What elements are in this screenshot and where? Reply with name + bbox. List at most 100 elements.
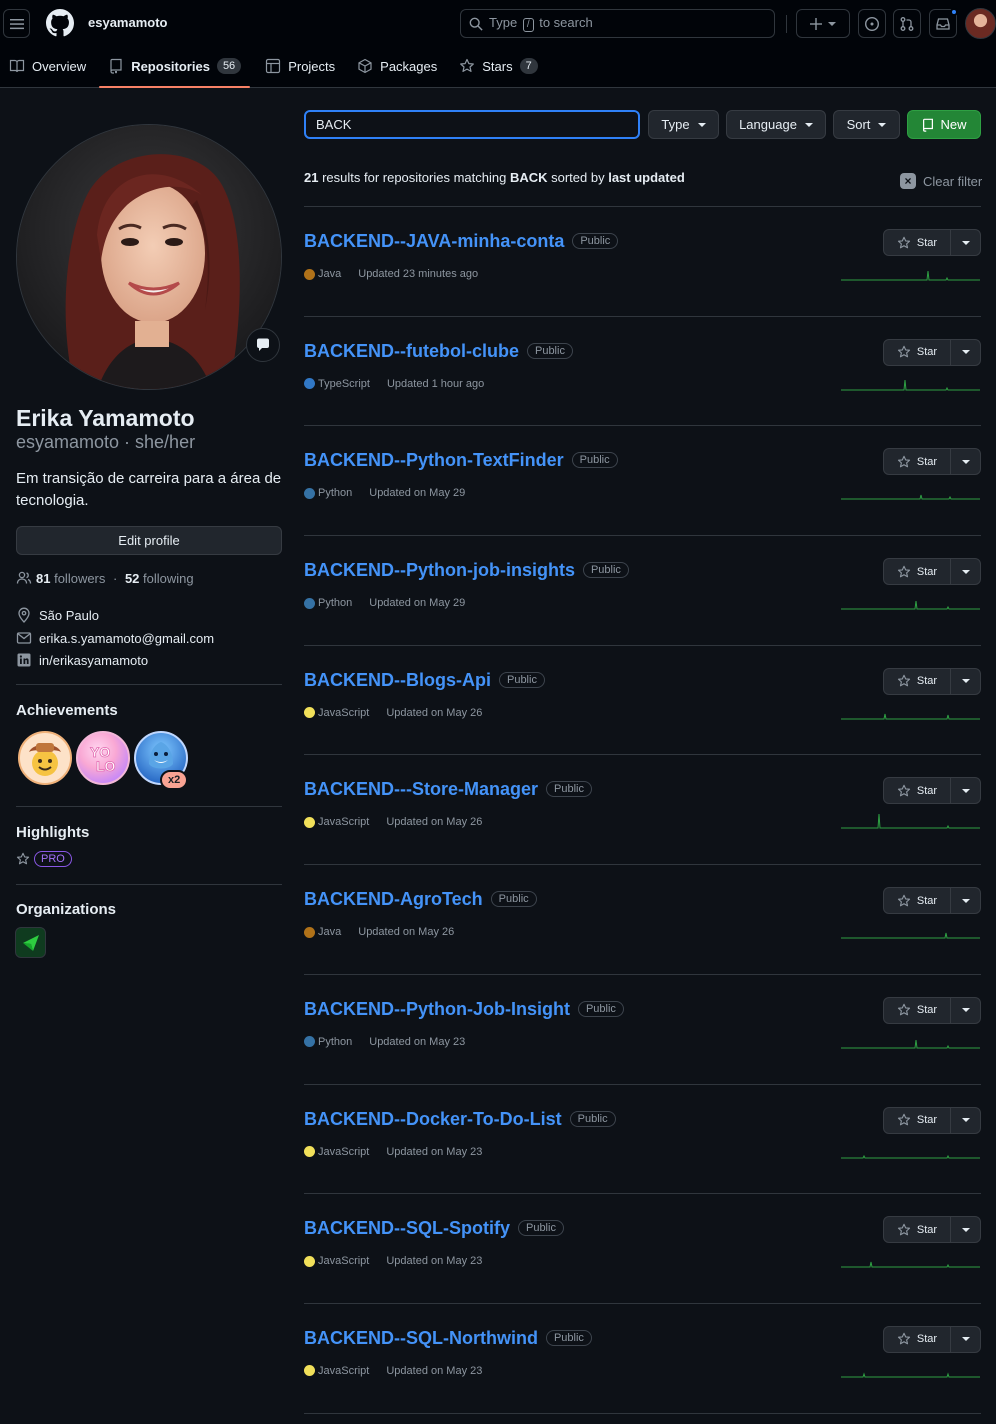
- repo-name-link[interactable]: BACKEND---Store-Manager: [304, 779, 538, 799]
- hamburger-icon: [9, 18, 24, 29]
- type-label: Type: [661, 117, 690, 132]
- star-button[interactable]: Star: [884, 339, 951, 365]
- repo-list-item: BACKEND--futebol-clube Public TypeScript Up…: [304, 317, 981, 427]
- global-header: esyamamoto Type / to search Overview Rep…: [0, 0, 996, 88]
- tab-projects[interactable]: Projects: [256, 50, 344, 82]
- global-search[interactable]: Type / to search: [460, 9, 775, 38]
- language-dropdown[interactable]: Language: [726, 110, 826, 139]
- issues-button[interactable]: [858, 9, 886, 38]
- create-new-button[interactable]: [796, 9, 850, 38]
- repo-title: BACKEND--Docker-To-Do-List Public: [304, 1109, 616, 1130]
- edit-profile-button[interactable]: Edit profile: [16, 526, 282, 555]
- tab-repositories[interactable]: Repositories 56: [99, 50, 251, 88]
- achievement-multiplier: x2: [160, 770, 189, 790]
- user-avatar[interactable]: [965, 8, 996, 39]
- repo-name-link[interactable]: BACKEND--Python-TextFinder: [304, 450, 564, 470]
- mail-icon: [16, 632, 32, 644]
- repo-name-link[interactable]: BACKEND-AgroTech: [304, 889, 483, 909]
- star-list-dropdown[interactable]: [951, 559, 980, 584]
- organization-avatar[interactable]: [15, 927, 46, 958]
- pull-requests-button[interactable]: [893, 9, 921, 38]
- activity-sparkline: [841, 933, 980, 939]
- repo-name-link[interactable]: BACKEND--Docker-To-Do-List: [304, 1109, 562, 1129]
- star-button[interactable]: Star: [884, 230, 951, 255]
- star-button[interactable]: Star: [884, 449, 951, 475]
- repo-name-link[interactable]: BACKEND--JAVA-minha-conta: [304, 231, 564, 251]
- star-button[interactable]: Star: [884, 1107, 951, 1133]
- email-item[interactable]: erika.s.yamamoto@gmail.com: [16, 630, 214, 646]
- star-list-dropdown[interactable]: [951, 449, 980, 474]
- star-list-dropdown[interactable]: [951, 340, 980, 365]
- repo-name-link[interactable]: BACKEND--Python-job-insights: [304, 560, 575, 580]
- repo-name-link[interactable]: BACKEND--futebol-clube: [304, 341, 519, 361]
- star-list-dropdown[interactable]: [951, 230, 980, 255]
- followers-link[interactable]: 81 followers: [36, 571, 105, 586]
- repo-filter-input[interactable]: [304, 110, 640, 139]
- context-username[interactable]: esyamamoto: [88, 15, 167, 30]
- repo-updated: Updated 23 minutes ago: [358, 268, 479, 280]
- star-list-dropdown[interactable]: [951, 1108, 980, 1133]
- language-color-dot: [304, 268, 315, 280]
- repo-language: Python: [318, 597, 353, 610]
- repo-name-link[interactable]: BACKEND--Blogs-Api: [304, 670, 491, 690]
- star-button[interactable]: Star: [884, 888, 951, 914]
- sidebar-divider: [16, 684, 282, 685]
- repo-meta: TypeScript Updated 1 hour ago: [304, 378, 484, 390]
- repo-meta: Python Updated on May 29: [304, 487, 465, 499]
- star-list-dropdown[interactable]: [951, 778, 980, 803]
- tab-stars[interactable]: Stars 7: [450, 50, 546, 82]
- star-list-dropdown[interactable]: [951, 1217, 980, 1242]
- type-dropdown[interactable]: Type: [648, 110, 719, 139]
- chevron-down-icon: [961, 240, 970, 245]
- profile-name: Erika Yamamoto: [16, 405, 195, 431]
- star-button[interactable]: Star: [884, 668, 951, 694]
- star-button[interactable]: Star: [884, 778, 951, 804]
- visibility-badge: Public: [517, 1220, 564, 1237]
- star-button[interactable]: Star: [884, 1217, 951, 1243]
- follow-stats: 81 followers · 52 following: [16, 570, 194, 586]
- github-logo-icon[interactable]: [46, 9, 74, 37]
- star-icon: [897, 1223, 910, 1235]
- new-repo-button[interactable]: New: [907, 110, 981, 139]
- clear-filter-label: Clear filter: [923, 173, 983, 189]
- chevron-down-icon: [697, 122, 706, 127]
- following-link[interactable]: 52 following: [125, 571, 194, 586]
- clear-filter-button[interactable]: × Clear filter: [900, 173, 982, 189]
- star-button[interactable]: Star: [884, 997, 951, 1023]
- organizations-heading: Organizations: [16, 901, 117, 918]
- yolo-achievement-icon: YO LO: [76, 731, 130, 785]
- achievement-badge-pull-shark[interactable]: [17, 730, 73, 786]
- status-button[interactable]: [246, 328, 280, 362]
- achievement-badge-yolo[interactable]: YO LO: [75, 730, 131, 786]
- tab-overview[interactable]: Overview: [0, 50, 95, 82]
- star-list-dropdown[interactable]: [951, 888, 980, 913]
- star-button[interactable]: Star: [884, 559, 951, 585]
- repo-meta: JavaScript Updated on May 23: [304, 1146, 482, 1158]
- repo-name-link[interactable]: BACKEND--SQL-Northwind: [304, 1328, 538, 1348]
- inbox-icon: [936, 17, 950, 30]
- repo-language: Python: [318, 1035, 353, 1048]
- tab-label: Packages: [380, 58, 438, 74]
- email-link[interactable]: erika.s.yamamoto@gmail.com: [39, 631, 214, 646]
- menu-button[interactable]: [3, 9, 30, 38]
- results-summary: 21 results for repositories matching BAC…: [304, 170, 685, 185]
- sparkline-path: [841, 814, 980, 829]
- sparkline-path: [841, 1262, 980, 1268]
- star-list-dropdown[interactable]: [951, 998, 980, 1023]
- repo-name-link[interactable]: BACKEND--SQL-Spotify: [304, 1218, 510, 1238]
- repo-list-item: BACKEND--JAVA-minha-conta Public Java Updat…: [304, 207, 981, 317]
- star-list-dropdown[interactable]: [951, 1327, 980, 1352]
- sort-dropdown[interactable]: Sort: [833, 110, 900, 139]
- language-label: Language: [739, 117, 797, 132]
- repo-language: Java: [318, 268, 342, 280]
- linkedin-item[interactable]: in/erikasyamamoto: [16, 652, 148, 668]
- profile-avatar[interactable]: [16, 124, 282, 390]
- tab-packages[interactable]: Packages: [348, 50, 446, 82]
- repo-updated: Updated on May 26: [386, 706, 483, 719]
- star-button[interactable]: Star: [884, 1326, 951, 1352]
- linkedin-link[interactable]: in/erikasyamamoto: [39, 653, 148, 668]
- repo-name-link[interactable]: BACKEND--Python-Job-Insight: [304, 999, 570, 1019]
- star-list-dropdown[interactable]: [951, 669, 980, 694]
- star-icon: [897, 1333, 910, 1345]
- chevron-down-icon: [961, 1008, 970, 1013]
